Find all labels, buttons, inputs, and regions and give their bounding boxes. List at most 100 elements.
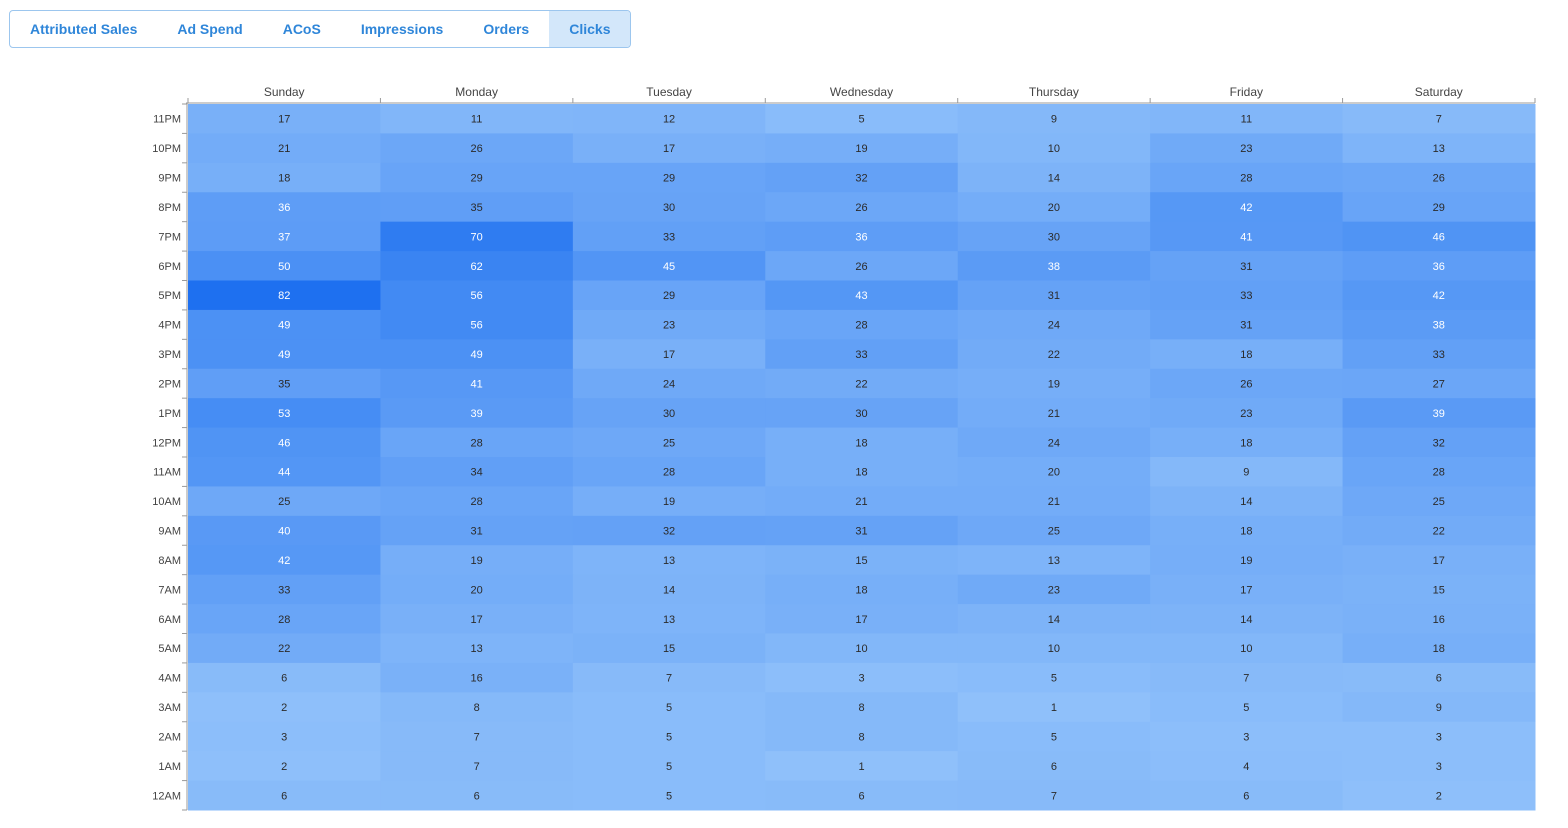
cell-value-label: 6 — [1243, 790, 1249, 802]
x-tick-label: Sunday — [264, 85, 305, 99]
cell-value-label: 49 — [278, 349, 290, 361]
cell-value-label: 6 — [474, 790, 480, 802]
cell-value-label: 17 — [855, 614, 867, 626]
cell-value-label: 32 — [663, 526, 675, 538]
cell-value-label: 36 — [278, 202, 290, 214]
cell-value-label: 56 — [471, 290, 483, 302]
cell-value-label: 18 — [855, 437, 867, 449]
cell-value-label: 23 — [663, 320, 675, 332]
cell-value-label: 7 — [1051, 790, 1057, 802]
cell-value-label: 3 — [858, 673, 864, 685]
x-tick-label: Thursday — [1029, 85, 1079, 99]
cell-value-label: 7 — [1243, 673, 1249, 685]
cell-value-label: 26 — [1433, 173, 1445, 185]
cell-value-label: 43 — [855, 290, 867, 302]
cell-value-label: 13 — [663, 555, 675, 567]
cell-value-label: 31 — [471, 526, 483, 538]
y-tick-label: 10AM — [152, 496, 181, 508]
cell-value-label: 30 — [663, 408, 675, 420]
cell-value-label: 45 — [663, 261, 675, 273]
cell-value-label: 8 — [474, 702, 480, 714]
cell-value-label: 18 — [1240, 349, 1252, 361]
cell-value-label: 15 — [663, 643, 675, 655]
y-tick-label: 11AM — [153, 467, 181, 479]
cell-value-label: 18 — [1240, 526, 1252, 538]
cell-value-label: 2 — [281, 702, 287, 714]
cell-value-label: 6 — [1436, 673, 1442, 685]
cell-value-label: 29 — [663, 173, 675, 185]
cell-value-label: 9 — [1243, 467, 1249, 479]
cell-value-label: 12 — [663, 114, 675, 126]
y-tick-label: 2AM — [158, 731, 181, 743]
cell-value-label: 13 — [1433, 143, 1445, 155]
cell-value-label: 28 — [663, 467, 675, 479]
cell-value-label: 5 — [666, 761, 672, 773]
cell-value-label: 33 — [855, 349, 867, 361]
cell-value-label: 19 — [1240, 555, 1252, 567]
y-tick-label: 2PM — [158, 378, 181, 390]
cell-value-label: 53 — [278, 408, 290, 420]
y-tick-label: 11PM — [153, 114, 181, 126]
cell-value-label: 10 — [1240, 643, 1252, 655]
cell-value-label: 6 — [1051, 761, 1057, 773]
cell-value-label: 5 — [858, 114, 864, 126]
y-tick-label: 3PM — [158, 349, 181, 361]
cell-value-label: 5 — [666, 731, 672, 743]
cell-value-label: 26 — [1240, 378, 1252, 390]
y-tick-label: 5AM — [158, 643, 181, 655]
cell-value-label: 42 — [278, 555, 290, 567]
cell-value-label: 6 — [858, 790, 864, 802]
cell-value-label: 3 — [1436, 761, 1442, 773]
cell-value-label: 7 — [1436, 114, 1442, 126]
cell-value-label: 14 — [1048, 614, 1060, 626]
cell-value-label: 31 — [1048, 290, 1060, 302]
y-tick-label: 1PM — [158, 408, 181, 420]
cell-value-label: 29 — [663, 290, 675, 302]
cell-value-label: 46 — [278, 437, 290, 449]
cell-value-label: 21 — [855, 496, 867, 508]
cell-value-label: 6 — [281, 790, 287, 802]
cell-value-label: 5 — [1243, 702, 1249, 714]
cell-value-label: 8 — [858, 702, 864, 714]
cell-value-label: 33 — [1240, 290, 1252, 302]
cell-value-label: 49 — [278, 320, 290, 332]
x-tick-label: Saturday — [1415, 85, 1463, 99]
y-tick-label: 3AM — [158, 702, 181, 714]
y-tick-label: 9AM — [158, 526, 181, 538]
cell-value-label: 30 — [663, 202, 675, 214]
cell-value-label: 22 — [1048, 349, 1060, 361]
y-tick-label: 4PM — [158, 320, 181, 332]
y-tick-label: 4AM — [158, 673, 181, 685]
cell-value-label: 2 — [281, 761, 287, 773]
x-tick-label: Monday — [455, 85, 498, 99]
y-tick-label: 7AM — [158, 584, 181, 596]
cell-value-label: 17 — [663, 349, 675, 361]
cell-value-label: 26 — [855, 261, 867, 273]
cell-value-label: 22 — [855, 378, 867, 390]
cell-value-label: 49 — [471, 349, 483, 361]
cell-value-label: 28 — [1433, 467, 1445, 479]
cell-value-label: 5 — [666, 790, 672, 802]
y-tick-label: 7PM — [158, 231, 181, 243]
cell-value-label: 17 — [663, 143, 675, 155]
y-tick-label: 1AM — [158, 761, 181, 773]
cell-value-label: 42 — [1433, 290, 1445, 302]
cell-value-label: 4 — [1243, 761, 1249, 773]
cell-value-label: 32 — [855, 173, 867, 185]
cell-value-label: 44 — [278, 467, 290, 479]
cell-value-label: 33 — [278, 584, 290, 596]
cell-value-label: 39 — [1433, 408, 1445, 420]
cell-value-label: 28 — [1240, 173, 1252, 185]
clicks-heatmap: 17 11 12 5 9 11 721 26 17 19 10 23 1318 29 29 32 14 28 263… — [152, 85, 1536, 811]
y-tick-label: 6AM — [158, 614, 181, 626]
cell-value-label: 5 — [1051, 673, 1057, 685]
y-tick-label: 9PM — [158, 173, 181, 185]
y-tick-label: 10PM — [152, 143, 181, 155]
cell-value-label: 15 — [1433, 584, 1445, 596]
cell-value-label: 62 — [471, 261, 483, 273]
cell-value-label: 70 — [471, 231, 483, 243]
cell-value-label: 30 — [1048, 231, 1060, 243]
cell-value-label: 31 — [1240, 320, 1252, 332]
cell-value-label: 42 — [1240, 202, 1252, 214]
cell-value-label: 10 — [1048, 643, 1060, 655]
